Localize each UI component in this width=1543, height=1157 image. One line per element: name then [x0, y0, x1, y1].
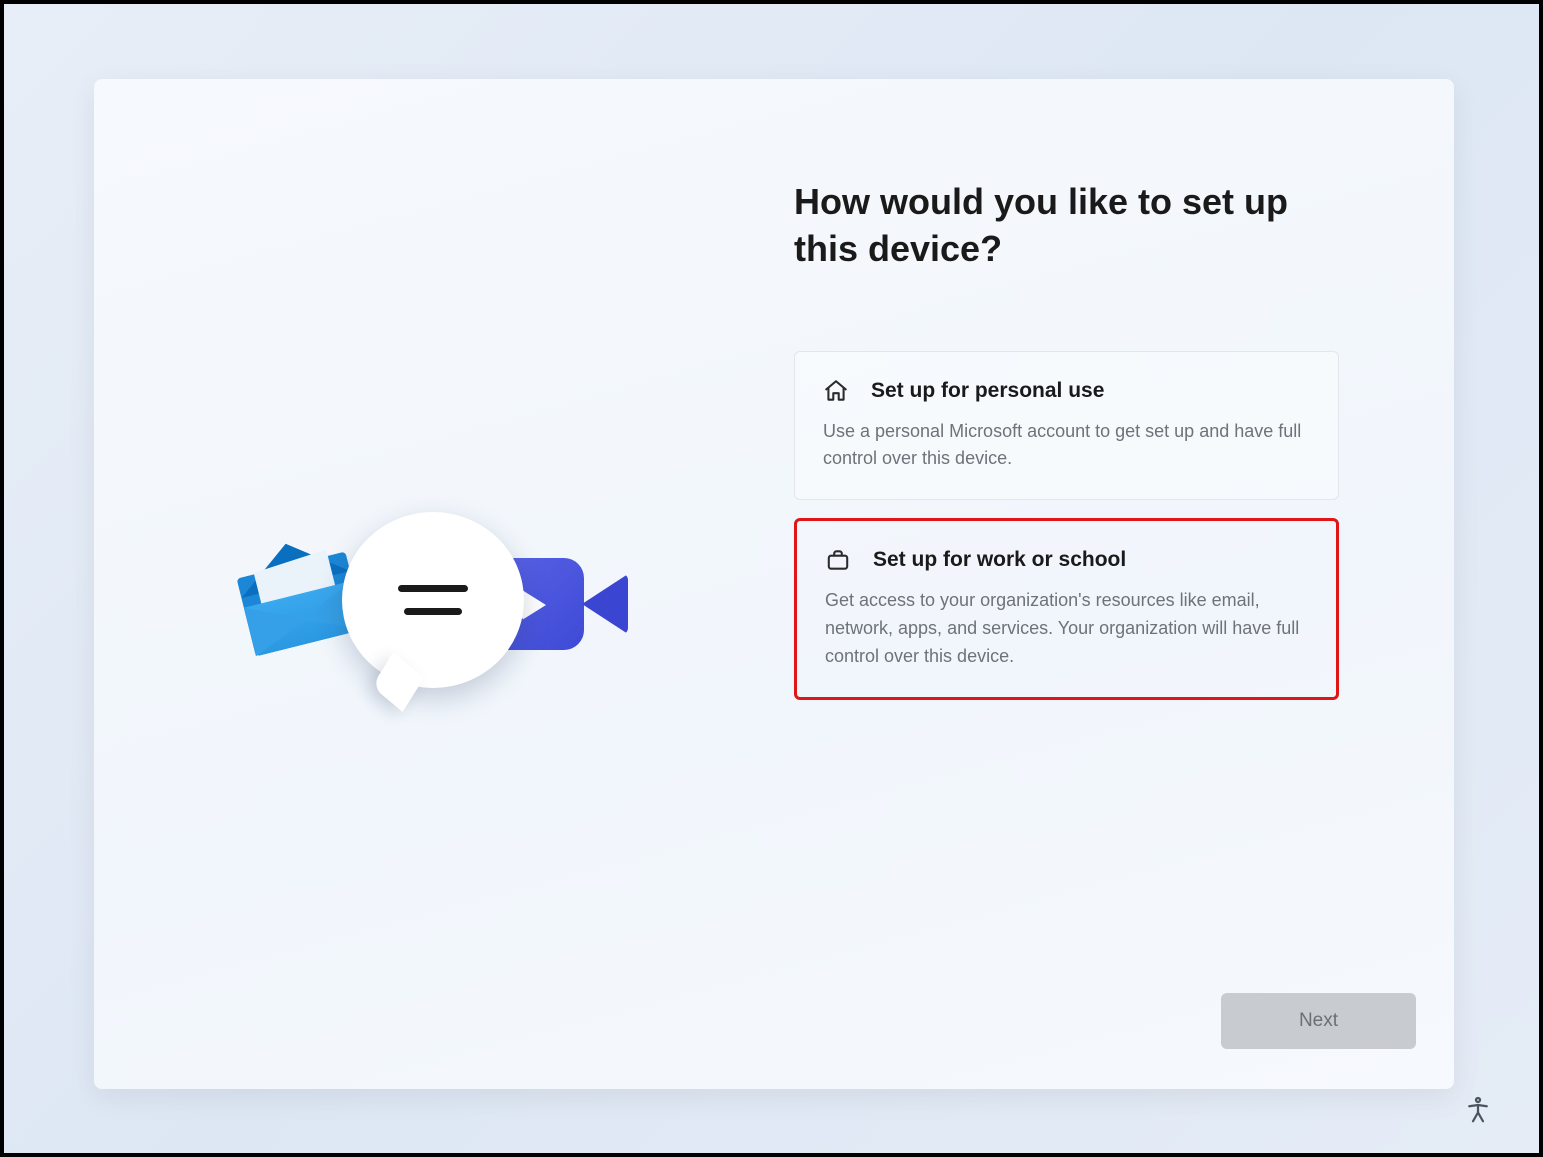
illustration-pane — [94, 79, 774, 1089]
setup-illustration — [224, 484, 644, 724]
setup-card: How would you like to set up this device… — [94, 79, 1454, 1089]
option-description: Use a personal Microsoft account to get … — [823, 418, 1310, 474]
option-title: Set up for work or school — [873, 548, 1126, 572]
content-pane: How would you like to set up this device… — [774, 79, 1454, 1089]
option-work-or-school[interactable]: Set up for work or school Get access to … — [794, 518, 1339, 700]
option-description: Get access to your organization's resour… — [825, 587, 1308, 671]
home-icon — [823, 378, 849, 404]
option-title: Set up for personal use — [871, 379, 1104, 403]
next-button[interactable]: Next — [1221, 993, 1416, 1049]
page-title: How would you like to set up this device… — [794, 179, 1334, 273]
accessibility-icon[interactable] — [1463, 1095, 1493, 1125]
briefcase-icon — [825, 547, 851, 573]
option-personal-use[interactable]: Set up for personal use Use a personal M… — [794, 351, 1339, 501]
chat-bubble-icon — [342, 512, 524, 688]
